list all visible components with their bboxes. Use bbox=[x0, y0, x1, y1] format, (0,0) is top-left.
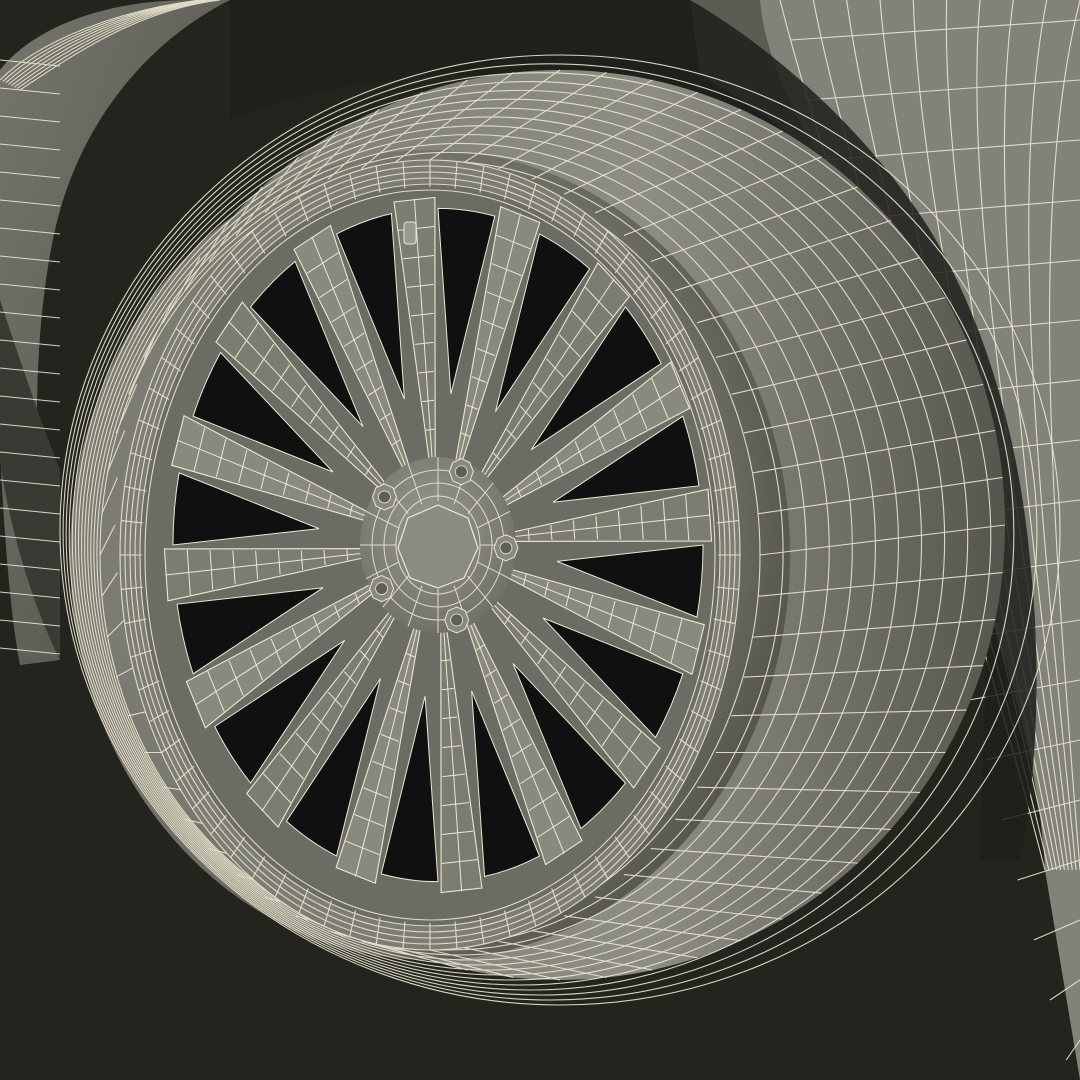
hub bbox=[360, 457, 516, 633]
lug-nut bbox=[369, 575, 395, 603]
lug-nut bbox=[371, 483, 397, 511]
valve-stem bbox=[403, 221, 417, 245]
wireframe-wheel-render bbox=[0, 0, 1080, 1080]
lug-nut bbox=[493, 534, 519, 562]
lug-nut bbox=[444, 606, 470, 634]
lug-nut bbox=[448, 458, 474, 486]
